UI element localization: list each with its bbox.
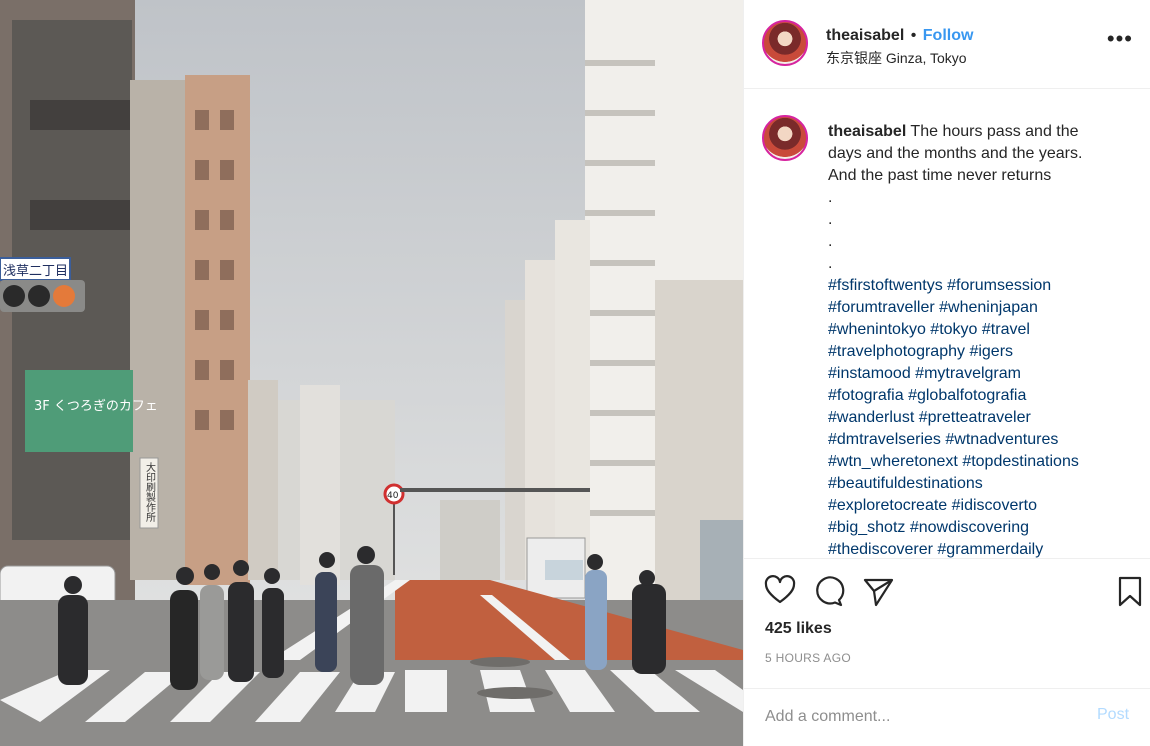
- hashtag-link[interactable]: #fotografia: [828, 387, 904, 404]
- post-photo[interactable]: 3F くつろぎのカフェ 浅草二丁目 大印刷製作所 40: [0, 0, 743, 746]
- caption-line: days and the months and the years.: [828, 145, 1083, 162]
- hashtag-line: #fsfirstoftwentys #forumsession: [828, 275, 1128, 297]
- avatar[interactable]: [762, 20, 808, 66]
- hashtag-link[interactable]: #grammerdaily: [937, 541, 1043, 558]
- user-line: theaisabel • Follow: [826, 27, 973, 45]
- street-name-sign: 浅草二丁目: [3, 264, 68, 279]
- hashtag-line: #beautifuldestinations: [828, 473, 1128, 495]
- hashtag-link[interactable]: #topdestinations: [962, 453, 1079, 470]
- hashtag-link[interactable]: #forumtraveller: [828, 299, 935, 316]
- hashtag-line: #forumtraveller #wheninjapan: [828, 297, 1128, 319]
- caption-username[interactable]: theaisabel: [828, 123, 906, 140]
- street-crossing-image: 3F くつろぎのカフェ 浅草二丁目 大印刷製作所 40: [0, 0, 743, 746]
- hashtag-line: #whenintokyo #tokyo #travel: [828, 319, 1128, 341]
- comment-bubble-icon[interactable]: [811, 574, 845, 608]
- hashtag-link[interactable]: #instamood: [828, 365, 911, 382]
- username-link[interactable]: theaisabel: [826, 27, 904, 44]
- hashtag-list: #fsfirstoftwentys #forumsession #forumtra…: [828, 275, 1128, 558]
- caption-line: And the past time never returns: [828, 167, 1052, 184]
- post-comment-button[interactable]: Post: [1097, 706, 1150, 724]
- hashtag-link[interactable]: #mytravelgram: [915, 365, 1021, 382]
- caption-line: .: [828, 233, 833, 250]
- speed-limit-sign: 40: [387, 491, 399, 501]
- hashtag-line: #thediscoverer #grammerdaily: [828, 539, 1128, 558]
- hashtag-link[interactable]: #exploretocreate: [828, 497, 947, 514]
- hashtag-link[interactable]: #igers: [969, 343, 1013, 360]
- share-paper-plane-icon[interactable]: [861, 574, 895, 608]
- hashtag-link[interactable]: #globalfotografia: [908, 387, 1026, 404]
- hashtag-link[interactable]: #beautifuldestinations: [828, 475, 983, 492]
- like-heart-icon[interactable]: [763, 574, 797, 608]
- hashtag-link[interactable]: #dmtravelseries: [828, 431, 941, 448]
- hashtag-line: #wtn_wheretonext #topdestinations: [828, 451, 1128, 473]
- location-link[interactable]: 东京银座 Ginza, Tokyo: [826, 48, 967, 68]
- hashtag-link[interactable]: #travelphotography: [828, 343, 965, 360]
- hashtag-line: #wanderlust #pretteatraveler: [828, 407, 1128, 429]
- follow-button[interactable]: Follow: [923, 27, 974, 44]
- vertical-sign: 大印刷製作所: [144, 461, 156, 523]
- hashtag-line: #travelphotography #igers: [828, 341, 1128, 363]
- post-side-panel: theaisabel • Follow 东京银座 Ginza, Tokyo ••…: [743, 0, 1150, 746]
- hashtag-link[interactable]: #forumsession: [947, 277, 1051, 294]
- caption-text: theaisabel The hours pass and the days a…: [828, 121, 1128, 558]
- save-bookmark-icon[interactable]: [1113, 574, 1147, 608]
- caption-line: .: [828, 211, 833, 228]
- likes-count[interactable]: 425 likes: [765, 620, 832, 638]
- more-options-icon[interactable]: •••: [1107, 28, 1133, 50]
- hashtag-link[interactable]: #tokyo: [930, 321, 977, 338]
- hashtag-link[interactable]: #whenintokyo: [828, 321, 926, 338]
- hashtag-line: #big_shotz #nowdiscovering: [828, 517, 1128, 539]
- hashtag-link[interactable]: #wheninjapan: [939, 299, 1038, 316]
- hashtag-link[interactable]: #wanderlust: [828, 409, 914, 426]
- hashtag-link[interactable]: #wtnadventures: [945, 431, 1058, 448]
- hashtag-link[interactable]: #fsfirstoftwentys: [828, 277, 943, 294]
- caption-line: .: [828, 189, 833, 206]
- comment-input[interactable]: [765, 703, 1065, 731]
- cafe-sign: 3F くつろぎのカフェ: [34, 399, 158, 414]
- hashtag-link[interactable]: #travel: [982, 321, 1030, 338]
- comment-bar: Post: [744, 688, 1150, 746]
- hashtag-line: #instamood #mytravelgram: [828, 363, 1128, 385]
- hashtag-link[interactable]: #pretteatraveler: [919, 409, 1031, 426]
- hashtag-link[interactable]: #nowdiscovering: [910, 519, 1029, 536]
- hashtag-link[interactable]: #idiscoverto: [952, 497, 1037, 514]
- caption-line: .: [828, 255, 833, 272]
- hashtag-line: #dmtravelseries #wtnadventures: [828, 429, 1128, 451]
- caption-avatar[interactable]: [762, 115, 808, 161]
- hashtag-link[interactable]: #wtn_wheretonext: [828, 453, 958, 470]
- hashtag-link[interactable]: #big_shotz: [828, 519, 905, 536]
- caption-line: The hours pass and the: [910, 123, 1079, 140]
- hashtag-link[interactable]: #thediscoverer: [828, 541, 933, 558]
- post-header: theaisabel • Follow 东京银座 Ginza, Tokyo ••…: [744, 0, 1150, 89]
- hashtag-line: #fotografia #globalfotografia: [828, 385, 1128, 407]
- hashtag-line: #exploretocreate #idiscoverto: [828, 495, 1128, 517]
- separator-dot: •: [910, 27, 917, 44]
- post-actions: 425 likes 5 HOURS AGO: [744, 558, 1150, 688]
- post-timestamp[interactable]: 5 HOURS AGO: [765, 651, 851, 665]
- caption-area: theaisabel The hours pass and the days a…: [744, 90, 1150, 558]
